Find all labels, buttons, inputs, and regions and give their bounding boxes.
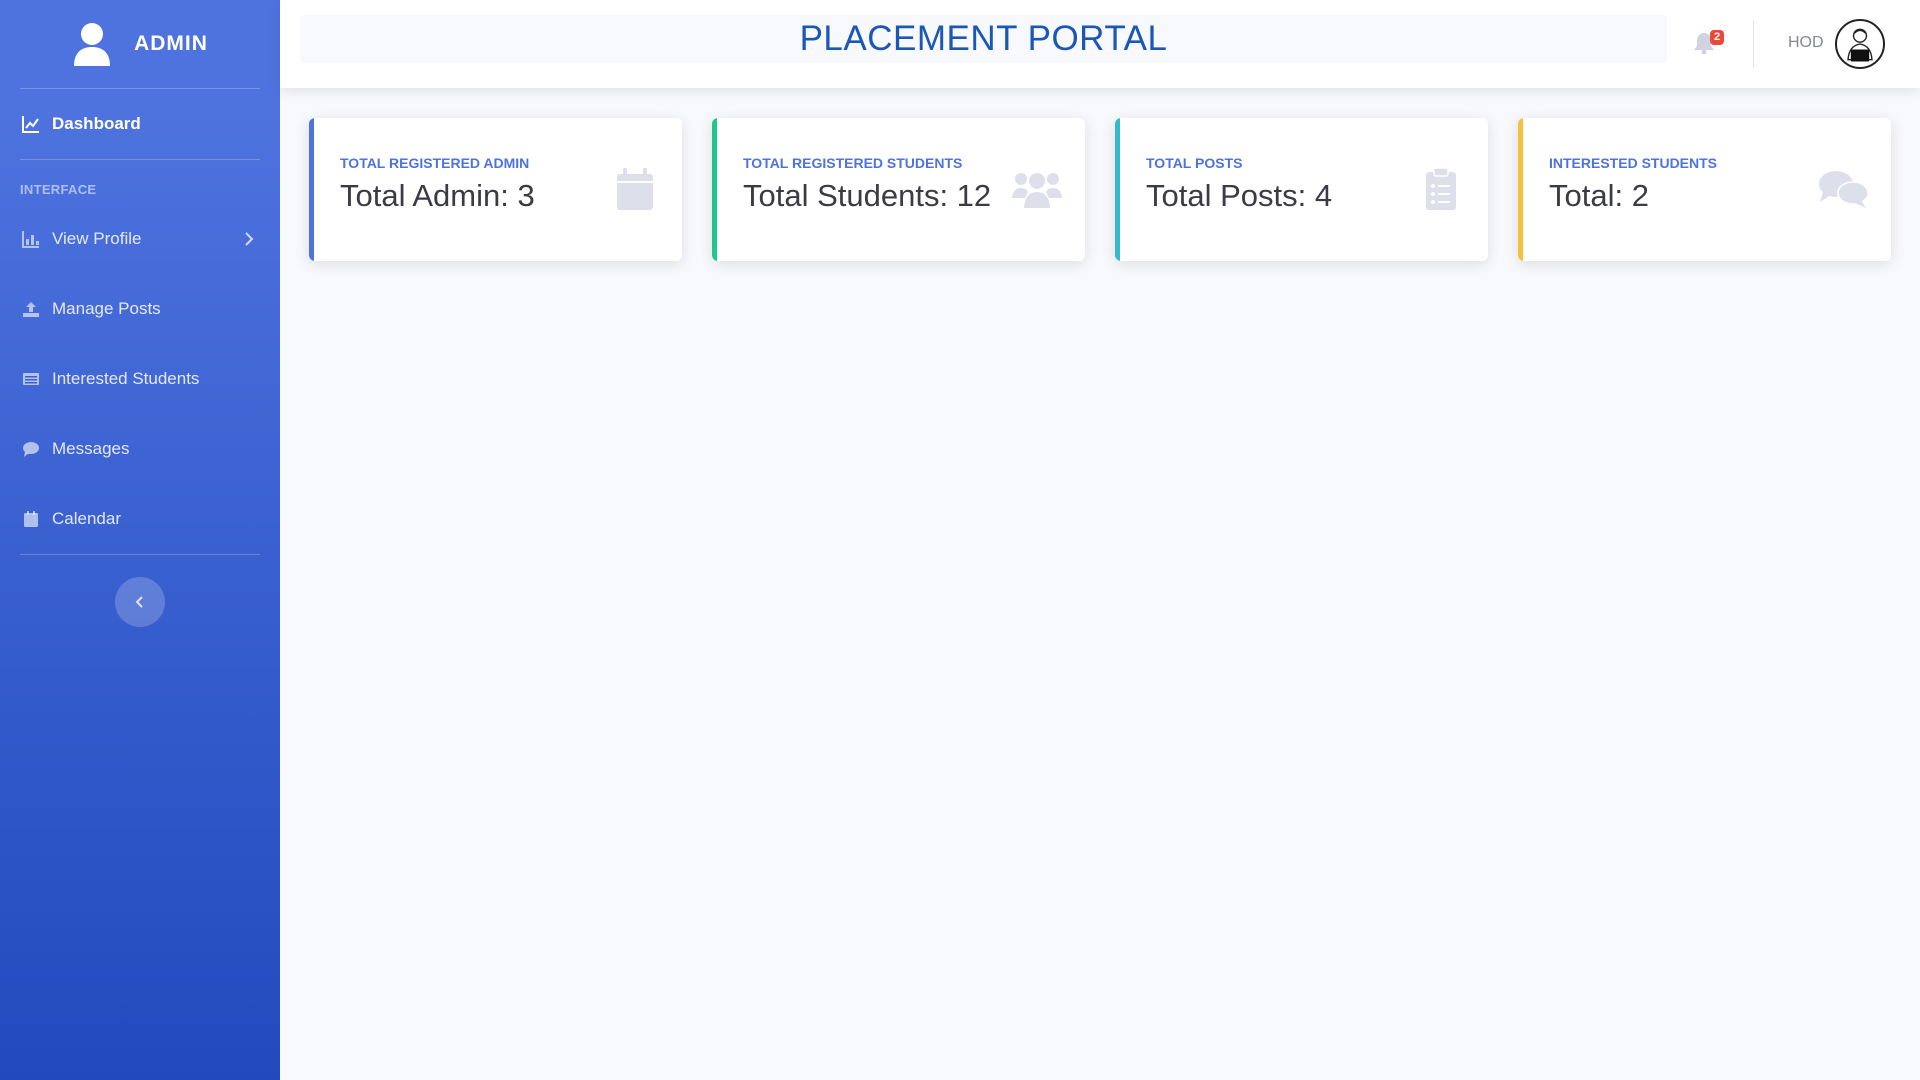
sidebar-toggle-wrap [0, 555, 280, 627]
sidebar-item-interested-students[interactable]: Interested Students [0, 344, 280, 414]
stats-cards: TOTAL REGISTERED ADMIN Total Admin: 3 TO… [309, 118, 1891, 261]
upload-icon [21, 300, 41, 318]
card-total-students: TOTAL REGISTERED STUDENTS Total Students… [712, 118, 1085, 261]
card-accent [309, 118, 314, 261]
card-total-posts: TOTAL POSTS Total Posts: 4 [1115, 118, 1488, 261]
sidebar-brand[interactable]: ADMIN [0, 0, 280, 88]
sidebar-item-label: Messages [52, 439, 130, 458]
card-accent [712, 118, 717, 261]
sidebar-item-messages[interactable]: Messages [0, 414, 280, 484]
sidebar-item-label: Calendar [52, 509, 121, 528]
sidebar-item-label: Dashboard [52, 114, 141, 133]
users-icon [1012, 173, 1062, 208]
card-label: TOTAL POSTS [1146, 155, 1243, 171]
brand-text: ADMIN [134, 32, 208, 55]
chart-bar-icon [21, 230, 41, 248]
card-value: Total Students: 12 [743, 178, 992, 213]
card-value: Total Posts: 4 [1146, 178, 1333, 213]
sidebar: ADMIN Dashboard INTERFACE View Profile M… [0, 0, 280, 1080]
chevron-left-icon [135, 596, 143, 608]
calendar-icon [617, 168, 653, 210]
avatar[interactable] [1835, 19, 1885, 69]
sidebar-item-label: Manage Posts [52, 299, 161, 318]
sidebar-item-view-profile[interactable]: View Profile [0, 204, 280, 274]
topbar-divider [1753, 20, 1754, 68]
topbar: PLACEMENT PORTAL 2 HOD [280, 0, 1920, 88]
list-icon [21, 370, 41, 388]
sidebar-item-label: View Profile [52, 229, 142, 248]
clipboard-list-icon [1426, 167, 1456, 210]
card-interested-students: INTERESTED STUDENTS Total: 2 [1518, 118, 1891, 261]
user-name[interactable]: HOD [1788, 34, 1824, 52]
calendar-icon [21, 510, 41, 528]
comments-icon [1819, 171, 1869, 208]
sidebar-heading: INTERFACE [20, 182, 97, 197]
chart-line-icon [21, 115, 41, 133]
card-label: TOTAL REGISTERED ADMIN [340, 155, 530, 171]
card-label: INTERESTED STUDENTS [1549, 155, 1718, 171]
portal-title-box: PLACEMENT PORTAL [300, 15, 1667, 63]
card-value: Total Admin: 3 [340, 178, 535, 213]
user-avatar-icon [1847, 28, 1873, 62]
card-accent [1518, 118, 1523, 261]
card-total-admin: TOTAL REGISTERED ADMIN Total Admin: 3 [309, 118, 682, 261]
sidebar-item-dashboard[interactable]: Dashboard [0, 89, 280, 159]
chevron-right-icon [245, 232, 254, 246]
notification-badge: 2 [1710, 30, 1725, 45]
sidebar-item-calendar[interactable]: Calendar [0, 484, 280, 554]
sidebar-toggle-button[interactable] [115, 577, 165, 627]
card-label: TOTAL REGISTERED STUDENTS [743, 155, 963, 171]
sidebar-item-label: Interested Students [52, 369, 200, 388]
comment-icon [21, 440, 41, 458]
sidebar-item-manage-posts[interactable]: Manage Posts [0, 274, 280, 344]
card-value: Total: 2 [1549, 178, 1649, 213]
card-accent [1115, 118, 1120, 261]
user-icon [74, 23, 111, 66]
page-title: PLACEMENT PORTAL [799, 19, 1168, 58]
